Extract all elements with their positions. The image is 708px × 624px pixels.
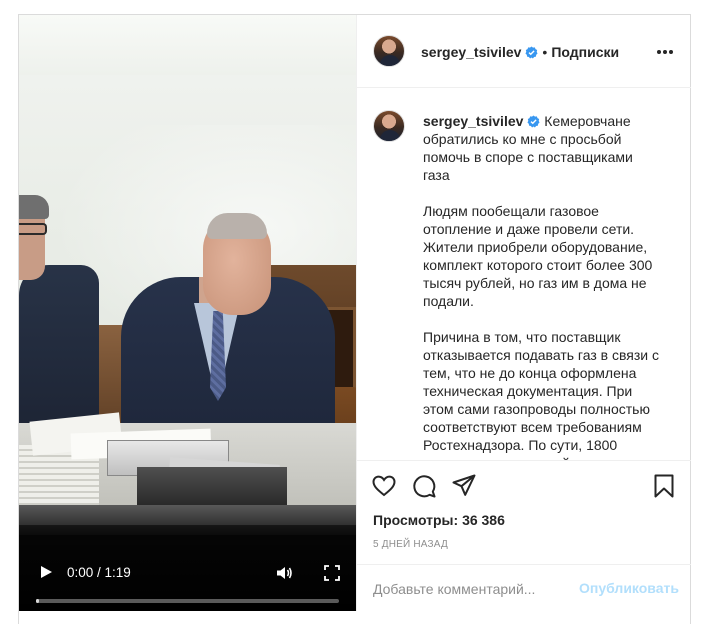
share-icon[interactable]	[451, 473, 477, 499]
caption-paragraph: Причина в том, что поставщик отказываетс…	[423, 329, 659, 460]
comment-icon[interactable]	[411, 473, 437, 499]
separator-dot: •	[542, 44, 548, 60]
volume-icon[interactable]	[275, 564, 293, 582]
following-button[interactable]: Подписки	[551, 44, 619, 60]
video-progress-fill	[36, 599, 40, 603]
video-frame	[19, 15, 356, 535]
avatar[interactable]	[373, 35, 405, 67]
more-options-icon[interactable]	[657, 50, 673, 54]
caption-paragraph: Людям пообещали газовое отопление и даже…	[423, 203, 653, 309]
post-header: sergey_tsivilev • Подписки	[357, 15, 691, 88]
fullscreen-icon[interactable]	[324, 565, 340, 581]
video-time: 0:00 / 1:19	[67, 565, 131, 580]
post-side-panel: sergey_tsivilev • Подписки sergey_tsivilev…	[356, 15, 691, 612]
verified-badge-icon	[525, 46, 538, 59]
publish-button[interactable]: Опубликовать	[579, 580, 679, 596]
post-actions: Просмотры: 36 386 5 дней назад Опубликов…	[357, 460, 691, 612]
views-label: Просмотры:	[373, 512, 459, 528]
header-username[interactable]: sergey_tsivilev	[421, 44, 521, 60]
post-time-ago[interactable]: 5 дней назад	[373, 539, 448, 550]
instagram-post: 0:00 / 1:19 sergey_tsivilev • Подписки s…	[18, 14, 691, 624]
comment-input[interactable]	[373, 580, 573, 598]
like-heart-icon[interactable]	[371, 473, 397, 499]
comment-form: Опубликовать	[357, 564, 691, 613]
save-bookmark-icon[interactable]	[651, 473, 677, 499]
video-controls: 0:00 / 1:19	[19, 525, 356, 611]
views-count[interactable]: Просмотры: 36 386	[373, 511, 505, 529]
verified-badge-icon	[527, 115, 540, 128]
video-player[interactable]: 0:00 / 1:19	[19, 15, 356, 611]
play-icon[interactable]	[39, 565, 53, 579]
video-progress-bar[interactable]	[36, 599, 339, 603]
caption-username[interactable]: sergey_tsivilev	[423, 113, 523, 129]
views-value: 36 386	[462, 512, 505, 528]
caption-text: sergey_tsivilev Кемеровчане обратились к…	[423, 112, 663, 460]
post-caption: sergey_tsivilev Кемеровчане обратились к…	[357, 88, 691, 460]
caption-avatar[interactable]	[373, 110, 405, 142]
